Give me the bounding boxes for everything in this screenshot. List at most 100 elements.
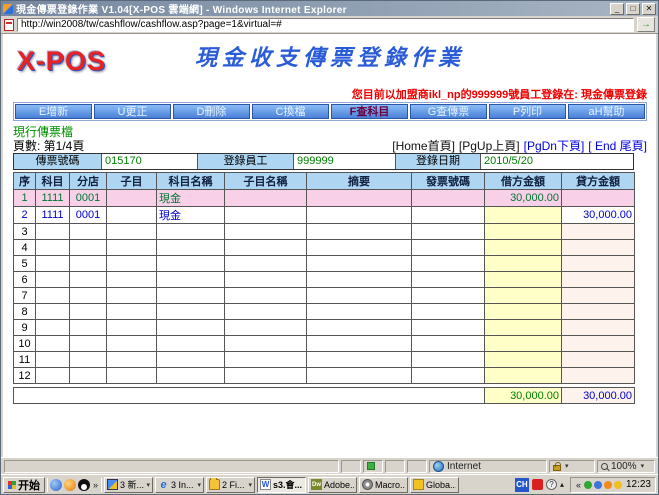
employee-label: 登錄員工 bbox=[198, 154, 294, 169]
quick-launch-overflow-chevron[interactable]: » bbox=[92, 480, 99, 490]
tray-up-arrow-icon[interactable]: ▴ bbox=[560, 480, 564, 489]
maximize-button[interactable]: □ bbox=[626, 2, 640, 15]
tray-icon-green[interactable] bbox=[583, 480, 592, 489]
cell-seq: 10 bbox=[13, 335, 36, 352]
cell-branch bbox=[69, 335, 107, 352]
table-row[interactable]: 9 bbox=[13, 319, 635, 336]
menu-button-3[interactable]: D刪除 bbox=[173, 104, 250, 119]
tray-icon-yellow[interactable] bbox=[613, 480, 622, 489]
dropdown-arrow-icon: ▾ bbox=[565, 463, 569, 470]
hidden-icons-chevron[interactable]: « bbox=[575, 480, 582, 490]
column-header: 發票號碼 bbox=[411, 172, 485, 190]
tray-red-icon[interactable] bbox=[531, 479, 543, 490]
cell-sub_name bbox=[224, 303, 307, 320]
menu-button-1[interactable]: E增新 bbox=[15, 104, 92, 119]
close-button[interactable]: ✕ bbox=[642, 2, 656, 15]
group-icon bbox=[107, 479, 119, 490]
cell-sub bbox=[106, 206, 157, 224]
cell-seq: 1 bbox=[13, 189, 36, 207]
cell-memo bbox=[306, 271, 412, 288]
quick-launch-icon-2[interactable] bbox=[64, 478, 76, 491]
cell-sub bbox=[106, 223, 157, 240]
cell-branch bbox=[69, 239, 107, 256]
menu-button-8[interactable]: aH幫助 bbox=[568, 104, 645, 119]
globalapp-icon bbox=[413, 479, 425, 490]
go-button[interactable]: → bbox=[637, 17, 655, 32]
dropdown-arrow-icon: ▾ bbox=[197, 481, 202, 489]
taskbar-buttons: 3 新...▾3 In...▾2 Fi...▾s3.會...Adobe...Ma… bbox=[104, 476, 460, 493]
taskbar-button-4[interactable]: s3.會... bbox=[257, 476, 307, 493]
nav-link-1[interactable]: [Home首頁] bbox=[392, 139, 455, 153]
table-row[interactable]: 12 bbox=[13, 367, 635, 384]
cell-invoice bbox=[411, 239, 485, 256]
taskbar-button-5[interactable]: Adobe... bbox=[308, 476, 358, 493]
protected-mode-panel[interactable]: ▾ bbox=[549, 459, 595, 473]
cell-sub_name bbox=[224, 206, 307, 224]
table-row[interactable]: 3 bbox=[13, 223, 635, 240]
table-row[interactable]: 6 bbox=[13, 271, 635, 288]
menu-button-4[interactable]: C換檔 bbox=[252, 104, 329, 119]
cell-debit bbox=[484, 223, 562, 240]
status-bar: Internet ▾ 100% ▾ bbox=[1, 457, 658, 474]
help-tray-icon[interactable]: ? bbox=[545, 479, 557, 490]
cell-branch bbox=[69, 271, 107, 288]
zoom-control[interactable]: 100% ▾ bbox=[597, 459, 655, 473]
cell-subject bbox=[35, 239, 70, 256]
url-input[interactable] bbox=[17, 17, 634, 32]
taskbar-button-6[interactable]: Macro... bbox=[359, 476, 409, 493]
language-indicator[interactable]: CH bbox=[514, 477, 529, 492]
taskbar-button-label: 3 In... bbox=[171, 479, 194, 490]
tray-icon-blue[interactable] bbox=[593, 480, 602, 489]
system-tray: CH ? ▴ « 12:23 bbox=[514, 476, 656, 493]
cell-credit bbox=[561, 335, 635, 352]
table-row[interactable]: 8 bbox=[13, 303, 635, 320]
date-field[interactable]: 2010/5/20 bbox=[481, 154, 633, 169]
title-bar: 現金傳票登錄作業 V1.04[X-POS 雲端網] - Windows Inte… bbox=[1, 1, 658, 16]
tray-icon-orange[interactable] bbox=[603, 480, 612, 489]
totals-spacer bbox=[13, 387, 485, 404]
voucher-no-field[interactable]: 015170 bbox=[102, 154, 198, 169]
cell-seq: 2 bbox=[13, 206, 36, 224]
start-button[interactable]: 开始 bbox=[3, 476, 45, 493]
cell-subject_name bbox=[156, 303, 225, 320]
total-credit: 30,000.00 bbox=[561, 387, 635, 404]
cell-branch bbox=[69, 255, 107, 272]
table-row[interactable]: 1 1111 0001 現金 30,000.00 bbox=[13, 189, 635, 207]
table-row[interactable]: 11 bbox=[13, 351, 635, 368]
menu-button-7[interactable]: P列印 bbox=[489, 104, 566, 119]
cell-sub_name bbox=[224, 239, 307, 256]
cell-subject_name bbox=[156, 287, 225, 304]
employee-field[interactable]: 999999 bbox=[294, 154, 396, 169]
cell-sub bbox=[106, 189, 157, 207]
cell-credit bbox=[561, 303, 635, 320]
table-row[interactable]: 4 bbox=[13, 239, 635, 256]
nav-link-2[interactable]: [PgUp上頁] bbox=[459, 139, 520, 153]
cell-subject bbox=[35, 287, 70, 304]
quick-launch-icon-1[interactable] bbox=[50, 478, 62, 491]
minimize-button[interactable]: _ bbox=[610, 2, 624, 15]
taskbar-button-3[interactable]: 2 Fi... ▾ bbox=[206, 476, 256, 493]
table-row[interactable]: 10 bbox=[13, 335, 635, 352]
table-row[interactable]: 2 1111 0001 現金 30,000.00 bbox=[13, 206, 635, 224]
qq-penguin-icon[interactable] bbox=[78, 478, 90, 491]
dropdown-arrow-icon: ▾ bbox=[248, 481, 253, 489]
menu-button-2[interactable]: U更正 bbox=[94, 104, 171, 119]
cell-branch bbox=[69, 319, 107, 336]
page-header: X-POS 現金收支傳票登錄作業 bbox=[13, 36, 647, 86]
taskbar-button-2[interactable]: 3 In...▾ bbox=[155, 476, 205, 493]
security-zone-panel: Internet bbox=[429, 459, 547, 473]
cell-subject_name: 現金 bbox=[156, 206, 225, 224]
nav-link-3[interactable]: [PgDn下頁] bbox=[524, 139, 585, 153]
status-panel bbox=[341, 459, 361, 473]
nav-link-4[interactable]: [ End 尾頁] bbox=[588, 139, 647, 153]
menu-button-6[interactable]: G查傳票 bbox=[410, 104, 487, 119]
table-row[interactable]: 7 bbox=[13, 287, 635, 304]
status-panel bbox=[385, 459, 405, 473]
cell-subject_name: 現金 bbox=[156, 189, 225, 207]
taskbar-button-1[interactable]: 3 新... ▾ bbox=[104, 476, 154, 493]
table-row[interactable]: 5 bbox=[13, 255, 635, 272]
login-status: 您目前以加盟商ikl_np的999999號員工登錄在: 現金傳票登錄 bbox=[351, 89, 647, 101]
menu-button-5[interactable]: F查科目 bbox=[331, 104, 408, 119]
taskbar-button-7[interactable]: Globa... bbox=[410, 476, 460, 493]
page-number: 頁數: 第1/4頁 bbox=[13, 139, 85, 153]
